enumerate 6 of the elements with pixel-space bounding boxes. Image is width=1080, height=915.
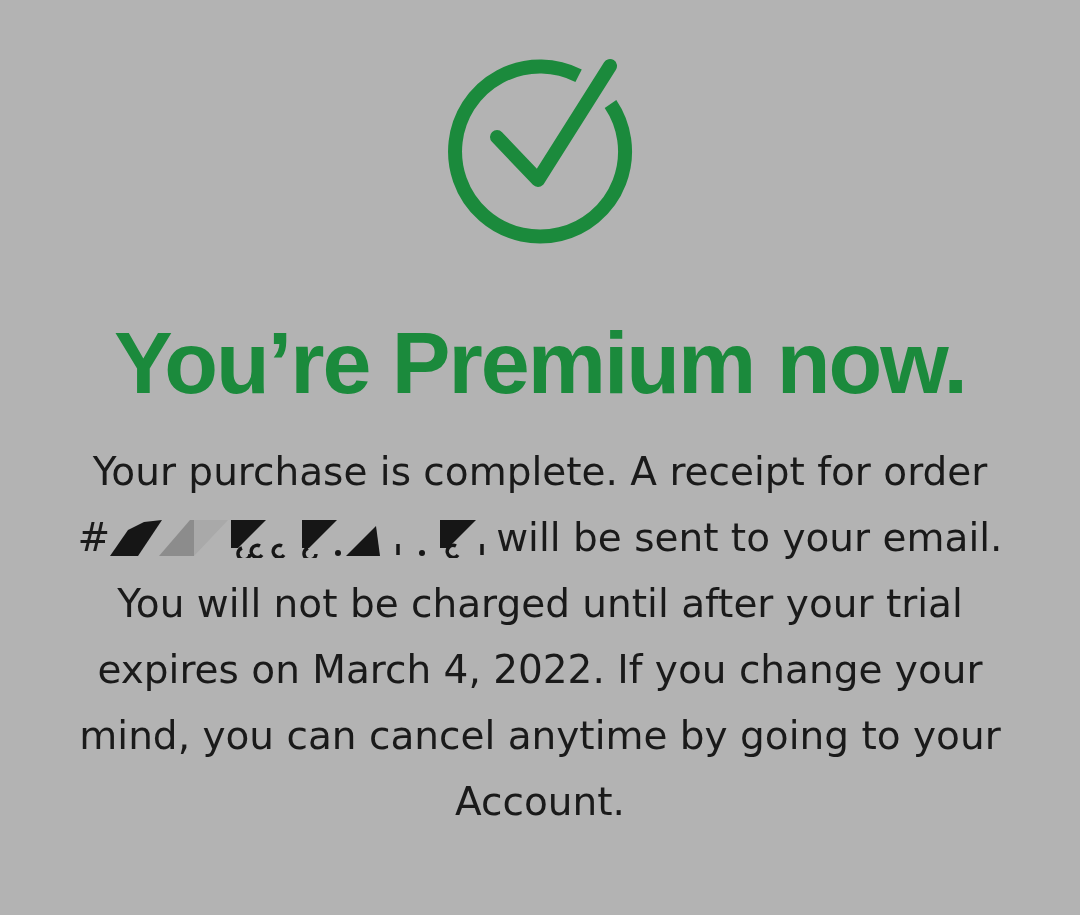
receipt-message: Your purchase is complete. A receipt for order [92,448,988,496]
headline: You’re Premium now. [114,313,966,413]
email-notice: will be sent to your email. [496,514,1003,562]
order-number: # [77,514,111,562]
check-circle-icon [446,58,634,246]
trial-notice: You will not be charged until after your trial expires on March 4, 2022. If you change your mind, you can cancel anytime by going to your Account. [78,580,1002,826]
